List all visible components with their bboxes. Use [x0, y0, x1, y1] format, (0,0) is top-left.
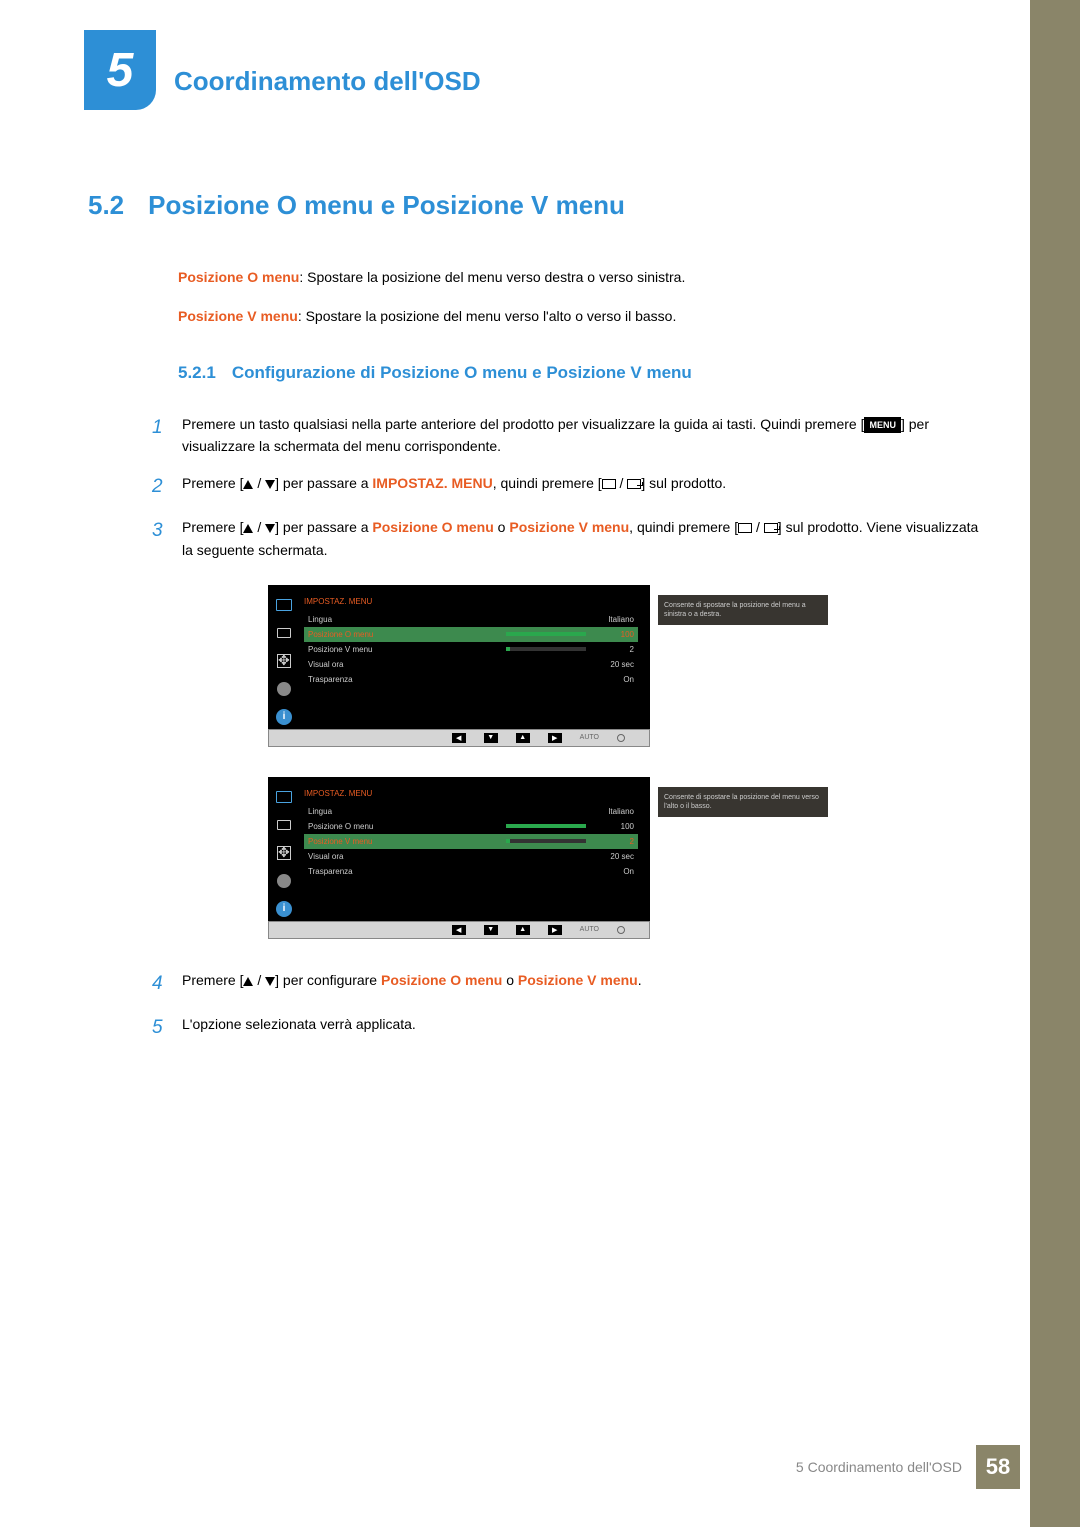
osd-tooltip: Consente di spostare la posizione del me…: [658, 595, 828, 625]
intro-paragraph-2: Posizione V menu: Spostare la posizione …: [178, 306, 980, 327]
step-list: 1 Premere un tasto qualsiasi nella parte…: [152, 413, 980, 561]
down-arrow-icon: [265, 480, 275, 489]
osd-row-poso: Posizione O menu100: [304, 819, 638, 834]
monitor-icon: [274, 595, 294, 615]
page-number: 58: [976, 1445, 1020, 1489]
auto-label: AUTO: [580, 926, 599, 933]
osd-title: IMPOSTAZ. MENU: [304, 789, 638, 798]
down-arrow-icon: [265, 524, 275, 533]
osd-tooltip: Consente di spostare la posizione del me…: [658, 787, 828, 817]
subsection-title: Configurazione di Posizione O menu e Pos…: [232, 363, 692, 383]
osd-row-posv: Posizione V menu2: [304, 834, 638, 849]
chapter-title: Coordinamento dell'OSD: [174, 66, 481, 97]
step-3: 3 Premere [ / ] per passare a Posizione …: [152, 516, 980, 561]
up-arrow-icon: [243, 977, 253, 986]
right-button-icon: ▶: [548, 925, 562, 935]
step-1: 1 Premere un tasto qualsiasi nella parte…: [152, 413, 980, 458]
info-icon: i: [274, 707, 294, 727]
subsection-number: 5.2.1: [178, 363, 216, 383]
move-icon: [274, 843, 294, 863]
section-heading: 5.2 Posizione O menu e Posizione V menu: [88, 190, 980, 221]
up-arrow-icon: [243, 480, 253, 489]
step-4: 4 Premere [ / ] per configurare Posizion…: [152, 969, 980, 999]
osd-screenshot-1: i IMPOSTAZ. MENU LinguaItaliano Posizion…: [268, 585, 980, 747]
step-number: 1: [152, 413, 166, 458]
right-button-icon: ▶: [548, 733, 562, 743]
move-icon: [274, 651, 294, 671]
osd-row-lingua: LinguaItaliano: [304, 612, 638, 627]
left-button-icon: ◀: [452, 925, 466, 935]
key-term: Posizione V menu: [178, 308, 298, 324]
osd-body: IMPOSTAZ. MENU LinguaItaliano Posizione …: [298, 779, 648, 919]
source-icon: [738, 523, 752, 533]
osd-title: IMPOSTAZ. MENU: [304, 597, 638, 606]
down-button-icon: ▼: [484, 925, 498, 935]
list-icon: [274, 623, 294, 643]
key-term: Posizione O menu: [178, 269, 299, 285]
monitor-icon: [274, 787, 294, 807]
step-number: 2: [152, 472, 166, 502]
step-list-cont: 4 Premere [ / ] per configurare Posizion…: [152, 969, 980, 1044]
step-number: 5: [152, 1013, 166, 1043]
osd-button-bar: ◀ ▼ ▲ ▶ AUTO: [268, 729, 650, 747]
subsection-heading: 5.2.1 Configurazione di Posizione O menu…: [178, 363, 980, 383]
osd-sidebar: i: [270, 779, 298, 919]
auto-label: AUTO: [580, 734, 599, 741]
up-arrow-icon: [243, 524, 253, 533]
step-number: 4: [152, 969, 166, 999]
section-title: Posizione O menu e Posizione V menu: [148, 190, 625, 221]
enter-icon: [627, 479, 641, 489]
osd-row-trasp: TrasparenzaOn: [304, 672, 638, 687]
page-footer: 5 Coordinamento dell'OSD 58: [796, 1445, 1020, 1489]
osd-row-posv: Posizione V menu2: [304, 642, 638, 657]
left-button-icon: ◀: [452, 733, 466, 743]
chapter-number-badge: 5: [84, 30, 156, 110]
info-icon: i: [274, 899, 294, 919]
osd-body: IMPOSTAZ. MENU LinguaItaliano Posizione …: [298, 587, 648, 727]
osd-row-visora: Visual ora20 sec: [304, 849, 638, 864]
power-icon: [617, 734, 625, 742]
side-stripe: [1030, 0, 1080, 1527]
osd-row-trasp: TrasparenzaOn: [304, 864, 638, 879]
osd-screenshots: i IMPOSTAZ. MENU LinguaItaliano Posizion…: [268, 585, 980, 939]
osd-button-bar: ◀ ▼ ▲ ▶ AUTO: [268, 921, 650, 939]
osd-row-lingua: LinguaItaliano: [304, 804, 638, 819]
source-icon: [602, 479, 616, 489]
osd-sidebar: i: [270, 587, 298, 727]
page-header: 5 Coordinamento dell'OSD: [0, 0, 1080, 110]
content-body: 5.2 Posizione O menu e Posizione V menu …: [0, 110, 1080, 1044]
osd-row-poso: Posizione O menu100: [304, 627, 638, 642]
list-icon: [274, 815, 294, 835]
intro-paragraph-1: Posizione O menu: Spostare la posizione …: [178, 267, 980, 288]
step-2: 2 Premere [ / ] per passare a IMPOSTAZ. …: [152, 472, 980, 502]
down-arrow-icon: [265, 977, 275, 986]
page: 5 Coordinamento dell'OSD 5.2 Posizione O…: [0, 0, 1080, 1527]
footer-text: 5 Coordinamento dell'OSD: [796, 1459, 962, 1475]
up-button-icon: ▲: [516, 733, 530, 743]
section-number: 5.2: [88, 190, 124, 221]
osd-row-visora: Visual ora20 sec: [304, 657, 638, 672]
power-icon: [617, 926, 625, 934]
down-button-icon: ▼: [484, 733, 498, 743]
step-5: 5 L'opzione selezionata verrà applicata.: [152, 1013, 980, 1043]
menu-key-icon: MENU: [864, 417, 901, 433]
step-number: 3: [152, 516, 166, 561]
enter-icon: [764, 523, 778, 533]
up-button-icon: ▲: [516, 925, 530, 935]
osd-screenshot-2: i IMPOSTAZ. MENU LinguaItaliano Posizion…: [268, 777, 980, 939]
gear-icon: [274, 871, 294, 891]
gear-icon: [274, 679, 294, 699]
